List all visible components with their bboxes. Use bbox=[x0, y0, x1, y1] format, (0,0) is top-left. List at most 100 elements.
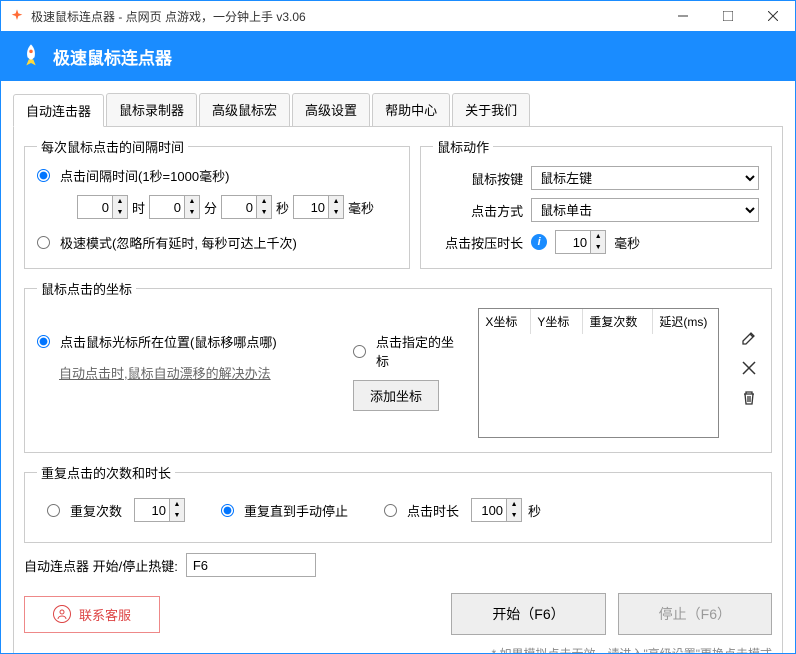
start-button[interactable]: 开始（F6） bbox=[451, 593, 605, 635]
repeat-count-spinner[interactable]: ▲▼ bbox=[134, 498, 185, 522]
down-arrow-icon[interactable]: ▼ bbox=[185, 207, 199, 218]
tab-recorder[interactable]: 鼠标录制器 bbox=[106, 93, 197, 126]
maximize-icon bbox=[723, 11, 733, 21]
up-arrow-icon[interactable]: ▲ bbox=[113, 196, 127, 207]
hint-text: * 如果模拟点击无效，请进入"高级设置"更换点击模式 bbox=[24, 645, 772, 654]
tab-content: 每次鼠标点击的间隔时间 点击间隔时间(1秒=1000毫秒) ▲▼ 时 ▲▼ 分 … bbox=[13, 126, 783, 654]
radio-until-stop[interactable] bbox=[221, 504, 234, 517]
person-icon bbox=[53, 605, 71, 623]
interval-legend: 每次鼠标点击的间隔时间 bbox=[37, 137, 188, 156]
edit-icon bbox=[741, 330, 757, 346]
stop-button[interactable]: 停止（F6） bbox=[618, 593, 772, 635]
delete-all-button[interactable] bbox=[739, 388, 759, 408]
minimize-button[interactable] bbox=[660, 1, 705, 31]
minutes-unit: 分 bbox=[204, 198, 217, 217]
radio-repeat-count[interactable] bbox=[47, 504, 60, 517]
hours-spinner[interactable]: ▲▼ bbox=[77, 195, 128, 219]
repeat-legend: 重复点击的次数和时长 bbox=[37, 463, 175, 482]
up-arrow-icon[interactable]: ▲ bbox=[185, 196, 199, 207]
seconds-input[interactable] bbox=[222, 196, 256, 218]
remove-coord-button[interactable] bbox=[739, 358, 759, 378]
minutes-input[interactable] bbox=[150, 196, 184, 218]
col-x: X坐标 bbox=[479, 309, 531, 334]
hotkey-label: 自动连点器 开始/停止热键: bbox=[24, 556, 178, 575]
coords-group: 鼠标点击的坐标 点击鼠标光标所在位置(鼠标移哪点哪) 自动点击时,鼠标自动漂移的… bbox=[24, 279, 772, 453]
mouse-key-label: 鼠标按键 bbox=[433, 169, 523, 188]
mouse-key-select[interactable]: 鼠标左键 bbox=[531, 166, 759, 190]
titlebar: 极速鼠标连点器 - 点网页 点游戏，一分钟上手 v3.06 bbox=[1, 1, 795, 31]
tab-macro[interactable]: 高级鼠标宏 bbox=[199, 93, 290, 126]
up-arrow-icon[interactable]: ▲ bbox=[507, 499, 521, 510]
window-title: 极速鼠标连点器 - 点网页 点游戏，一分钟上手 v3.06 bbox=[31, 8, 306, 25]
label-timed-interval: 点击间隔时间(1秒=1000毫秒) bbox=[60, 166, 229, 185]
coords-table[interactable]: X坐标 Y坐标 重复次数 延迟(ms) bbox=[478, 308, 719, 438]
label-repeat-count: 重复次数 bbox=[70, 501, 122, 520]
radio-fixed-pos[interactable] bbox=[353, 345, 366, 358]
info-icon[interactable]: i bbox=[531, 234, 547, 250]
col-y: Y坐标 bbox=[531, 309, 583, 334]
radio-fast-mode[interactable] bbox=[37, 236, 50, 249]
contact-label: 联系客服 bbox=[79, 605, 131, 624]
rocket-icon bbox=[17, 42, 45, 70]
press-duration-spinner[interactable]: ▲▼ bbox=[555, 230, 606, 254]
ms-spinner[interactable]: ▲▼ bbox=[293, 195, 344, 219]
label-cursor-pos: 点击鼠标光标所在位置(鼠标移哪点哪) bbox=[60, 332, 277, 351]
minimize-icon bbox=[678, 11, 688, 21]
radio-cursor-pos[interactable] bbox=[37, 335, 50, 348]
down-arrow-icon[interactable]: ▼ bbox=[329, 207, 343, 218]
duration-spinner[interactable]: ▲▼ bbox=[471, 498, 522, 522]
tab-advanced[interactable]: 高级设置 bbox=[292, 93, 370, 126]
add-coord-button[interactable]: 添加坐标 bbox=[353, 380, 439, 411]
down-arrow-icon[interactable]: ▼ bbox=[591, 242, 605, 253]
ms-unit: 毫秒 bbox=[348, 198, 374, 217]
duration-input[interactable] bbox=[472, 499, 506, 521]
repeat-count-input[interactable] bbox=[135, 499, 169, 521]
down-arrow-icon[interactable]: ▼ bbox=[170, 510, 184, 521]
radio-duration[interactable] bbox=[384, 504, 397, 517]
close-button[interactable] bbox=[750, 1, 795, 31]
up-arrow-icon[interactable]: ▲ bbox=[591, 231, 605, 242]
press-duration-unit: 毫秒 bbox=[614, 233, 640, 252]
interval-group: 每次鼠标点击的间隔时间 点击间隔时间(1秒=1000毫秒) ▲▼ 时 ▲▼ 分 … bbox=[24, 137, 410, 269]
seconds-spinner[interactable]: ▲▼ bbox=[221, 195, 272, 219]
col-repeat: 重复次数 bbox=[583, 309, 653, 334]
click-mode-label: 点击方式 bbox=[433, 201, 523, 220]
edit-coord-button[interactable] bbox=[739, 328, 759, 348]
app-icon bbox=[9, 8, 25, 24]
drift-help-link[interactable]: 自动点击时,鼠标自动漂移的解决办法 bbox=[59, 363, 333, 382]
up-arrow-icon[interactable]: ▲ bbox=[170, 499, 184, 510]
tab-help[interactable]: 帮助中心 bbox=[372, 93, 450, 126]
down-arrow-icon[interactable]: ▼ bbox=[113, 207, 127, 218]
maximize-button[interactable] bbox=[705, 1, 750, 31]
duration-unit: 秒 bbox=[528, 501, 541, 520]
tab-about[interactable]: 关于我们 bbox=[452, 93, 530, 126]
action-group: 鼠标动作 鼠标按键 鼠标左键 点击方式 鼠标单击 点击按压时长 i ▲▼ 毫秒 bbox=[420, 137, 772, 269]
down-arrow-icon[interactable]: ▼ bbox=[257, 207, 271, 218]
down-arrow-icon[interactable]: ▼ bbox=[507, 510, 521, 521]
tab-auto-clicker[interactable]: 自动连击器 bbox=[13, 94, 104, 127]
trash-icon bbox=[741, 390, 757, 406]
x-icon bbox=[742, 361, 756, 375]
up-arrow-icon[interactable]: ▲ bbox=[329, 196, 343, 207]
minutes-spinner[interactable]: ▲▼ bbox=[149, 195, 200, 219]
hotkey-input[interactable] bbox=[186, 553, 316, 577]
press-duration-label: 点击按压时长 bbox=[433, 233, 523, 252]
hours-unit: 时 bbox=[132, 198, 145, 217]
ms-input[interactable] bbox=[294, 196, 328, 218]
action-legend: 鼠标动作 bbox=[433, 137, 493, 156]
press-duration-input[interactable] bbox=[556, 231, 590, 253]
close-icon bbox=[768, 11, 778, 21]
radio-timed-interval[interactable] bbox=[37, 169, 50, 182]
label-duration: 点击时长 bbox=[407, 501, 459, 520]
label-until-stop: 重复直到手动停止 bbox=[244, 501, 348, 520]
label-fast-mode: 极速模式(忽略所有延时, 每秒可达上千次) bbox=[60, 233, 297, 252]
seconds-unit: 秒 bbox=[276, 198, 289, 217]
header-title: 极速鼠标连点器 bbox=[53, 44, 172, 69]
click-mode-select[interactable]: 鼠标单击 bbox=[531, 198, 759, 222]
up-arrow-icon[interactable]: ▲ bbox=[257, 196, 271, 207]
hours-input[interactable] bbox=[78, 196, 112, 218]
contact-button[interactable]: 联系客服 bbox=[24, 596, 160, 633]
tab-bar: 自动连击器 鼠标录制器 高级鼠标宏 高级设置 帮助中心 关于我们 bbox=[13, 93, 795, 126]
coords-legend: 鼠标点击的坐标 bbox=[37, 279, 136, 298]
col-delay: 延迟(ms) bbox=[653, 309, 718, 334]
